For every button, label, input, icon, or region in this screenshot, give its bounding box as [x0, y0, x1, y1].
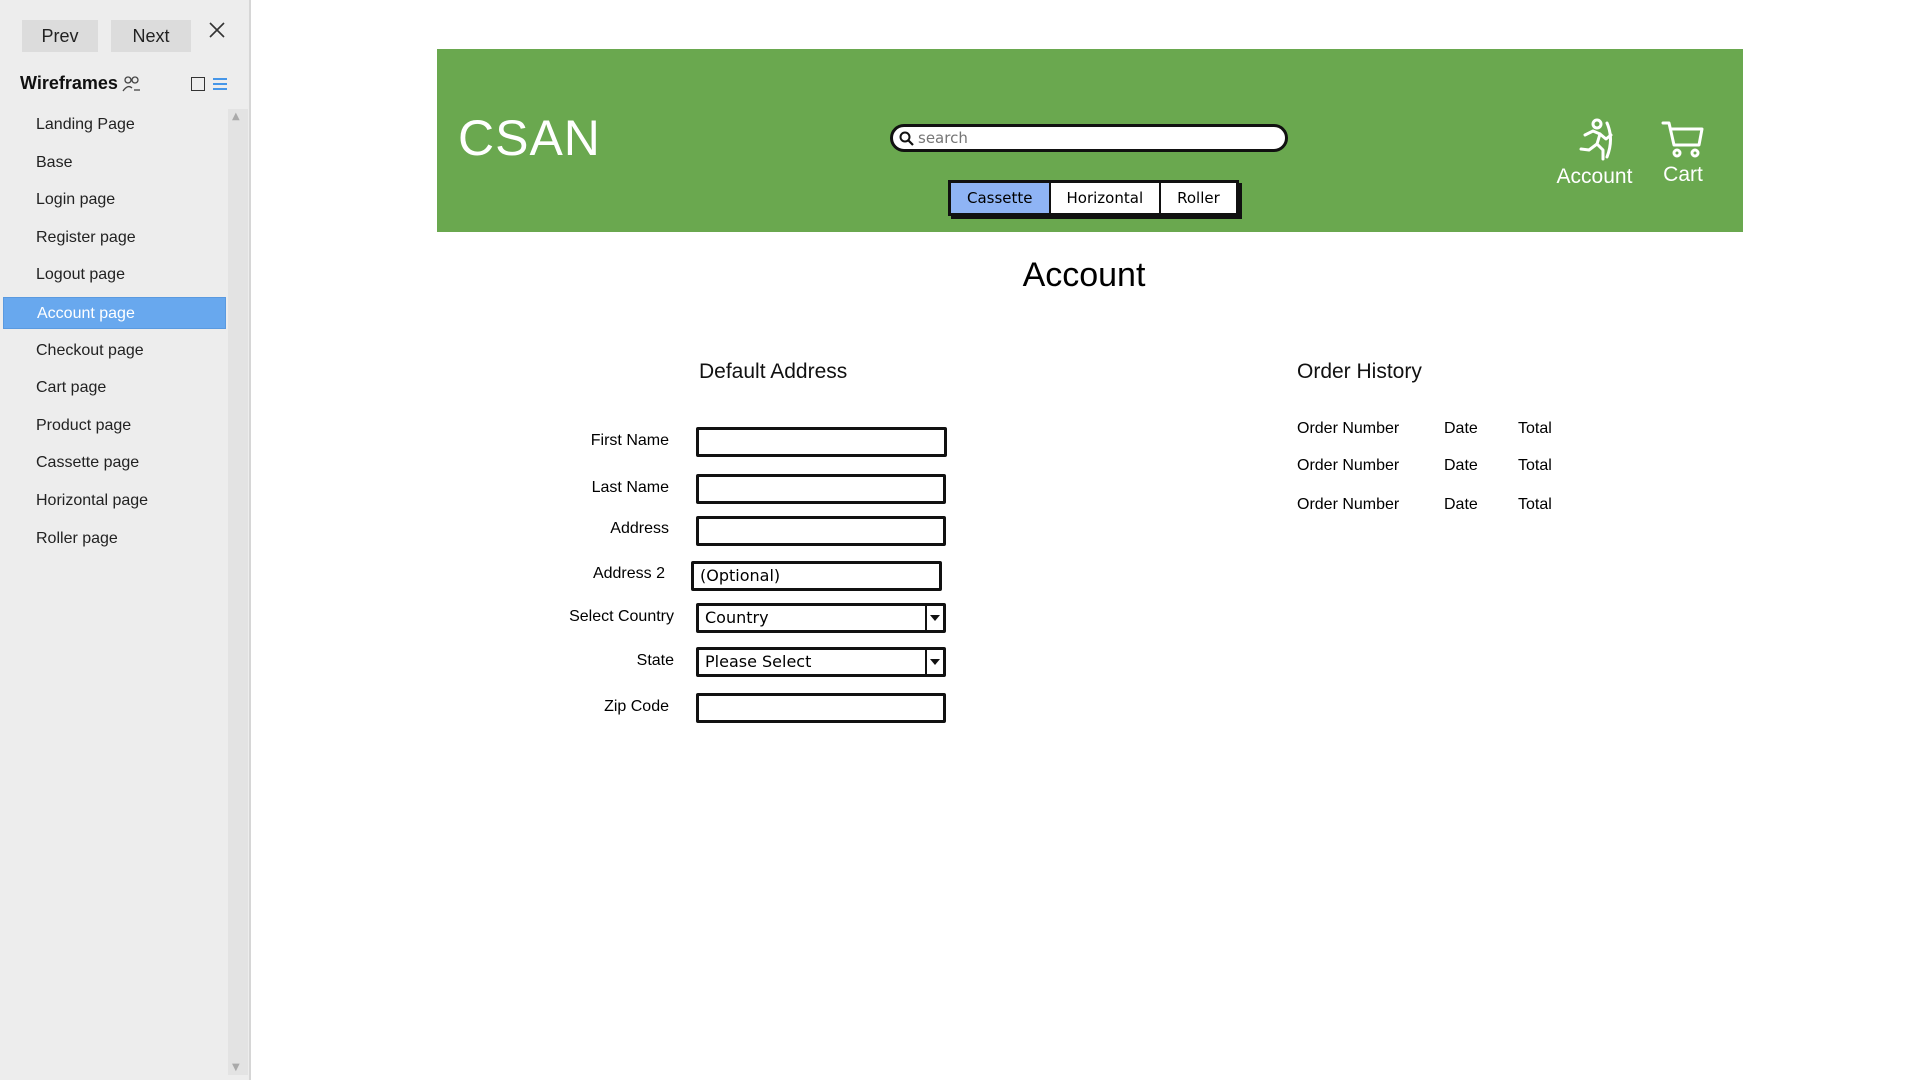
list-view-icon[interactable] — [213, 76, 227, 95]
tab-horizontal[interactable]: Horizontal — [1051, 183, 1162, 213]
site-header: CSAN Cassette Horizontal Roller Account — [437, 49, 1743, 232]
first-name-field[interactable] — [696, 427, 947, 457]
people-icon[interactable] — [122, 75, 142, 97]
order-number-cell[interactable]: Order Number — [1297, 420, 1399, 438]
page-title: Account — [1022, 256, 1146, 294]
sidebar-item-logout-page[interactable]: Logout page — [3, 259, 226, 291]
state-select-value: Please Select — [705, 652, 812, 671]
order-total-cell: Total — [1518, 457, 1552, 474]
chevron-down-icon[interactable] — [925, 606, 943, 630]
order-number-cell[interactable]: Order Number — [1297, 496, 1399, 514]
chevron-down-icon[interactable] — [925, 650, 943, 674]
sidebar-item-login-page[interactable]: Login page — [3, 184, 226, 216]
site-logo[interactable]: CSAN — [458, 109, 601, 167]
country-select[interactable]: Country — [696, 603, 946, 633]
state-label: State — [636, 652, 674, 669]
sidebar-item-account-page[interactable]: Account page — [3, 296, 226, 329]
state-select[interactable]: Please Select — [696, 647, 946, 677]
country-label: Select Country — [569, 608, 674, 625]
last-name-field[interactable] — [696, 474, 946, 504]
address2-label: Address 2 — [592, 565, 665, 582]
sidebar-item-cart-page[interactable]: Cart page — [3, 372, 226, 404]
sidebar-item-landing-page[interactable]: Landing Page — [3, 109, 226, 141]
cart-icon — [1661, 121, 1705, 163]
scroll-down-icon[interactable]: ▼ — [232, 1062, 240, 1073]
last-name-label: Last Name — [591, 479, 669, 496]
zip-code-label: Zip Code — [604, 698, 669, 715]
order-date-cell: Date — [1444, 420, 1478, 437]
sidebar-item-register-page[interactable]: Register page — [3, 222, 226, 254]
tab-cassette[interactable]: Cassette — [951, 183, 1051, 213]
square-view-icon[interactable] — [191, 77, 205, 91]
order-number-cell[interactable]: Order Number — [1297, 457, 1399, 475]
order-date-cell: Date — [1444, 496, 1478, 513]
sidebar-item-checkout-page[interactable]: Checkout page — [3, 335, 226, 367]
address-field[interactable] — [696, 516, 946, 546]
category-tabs: Cassette Horizontal Roller — [948, 180, 1239, 216]
sidebar-item-roller-page[interactable]: Roller page — [3, 523, 226, 555]
sidebar-item-base[interactable]: Base — [3, 147, 226, 179]
account-link[interactable]: Account — [1552, 117, 1637, 189]
order-total-cell: Total — [1518, 420, 1552, 437]
account-runner-icon — [1573, 118, 1617, 165]
order-date-cell: Date — [1444, 457, 1478, 474]
address-label: Address — [610, 520, 669, 537]
sidebar: Prev Next Wireframes Landing Page Base L… — [0, 0, 251, 1080]
search-input[interactable] — [918, 129, 1278, 147]
prev-button[interactable]: Prev — [22, 20, 98, 52]
order-history-heading: Order History — [1297, 360, 1422, 383]
default-address-heading: Default Address — [699, 360, 848, 383]
scroll-up-icon[interactable]: ▲ — [232, 111, 240, 122]
address2-field[interactable]: (Optional) — [691, 561, 942, 591]
sidebar-item-cassette-page[interactable]: Cassette page — [3, 447, 226, 479]
account-label: Account — [1556, 165, 1633, 188]
wireframes-title: Wireframes — [20, 73, 118, 93]
next-button[interactable]: Next — [111, 20, 191, 52]
tab-roller[interactable]: Roller — [1161, 183, 1236, 213]
first-name-label: First Name — [590, 432, 669, 449]
page-list: Landing Page Base Login page Register pa… — [0, 109, 230, 560]
sidebar-scrollbar[interactable]: ▲ ▼ — [228, 109, 248, 1075]
search-icon — [899, 131, 914, 150]
close-icon[interactable] — [208, 21, 234, 47]
country-select-value: Country — [705, 608, 769, 627]
cart-link[interactable]: Cart — [1653, 119, 1713, 187]
order-total-cell: Total — [1518, 496, 1552, 513]
search-box[interactable] — [890, 124, 1288, 152]
sidebar-item-product-page[interactable]: Product page — [3, 410, 226, 442]
zip-code-field[interactable] — [696, 693, 946, 723]
cart-label: Cart — [1663, 163, 1703, 186]
sidebar-item-horizontal-page[interactable]: Horizontal page — [3, 485, 226, 517]
